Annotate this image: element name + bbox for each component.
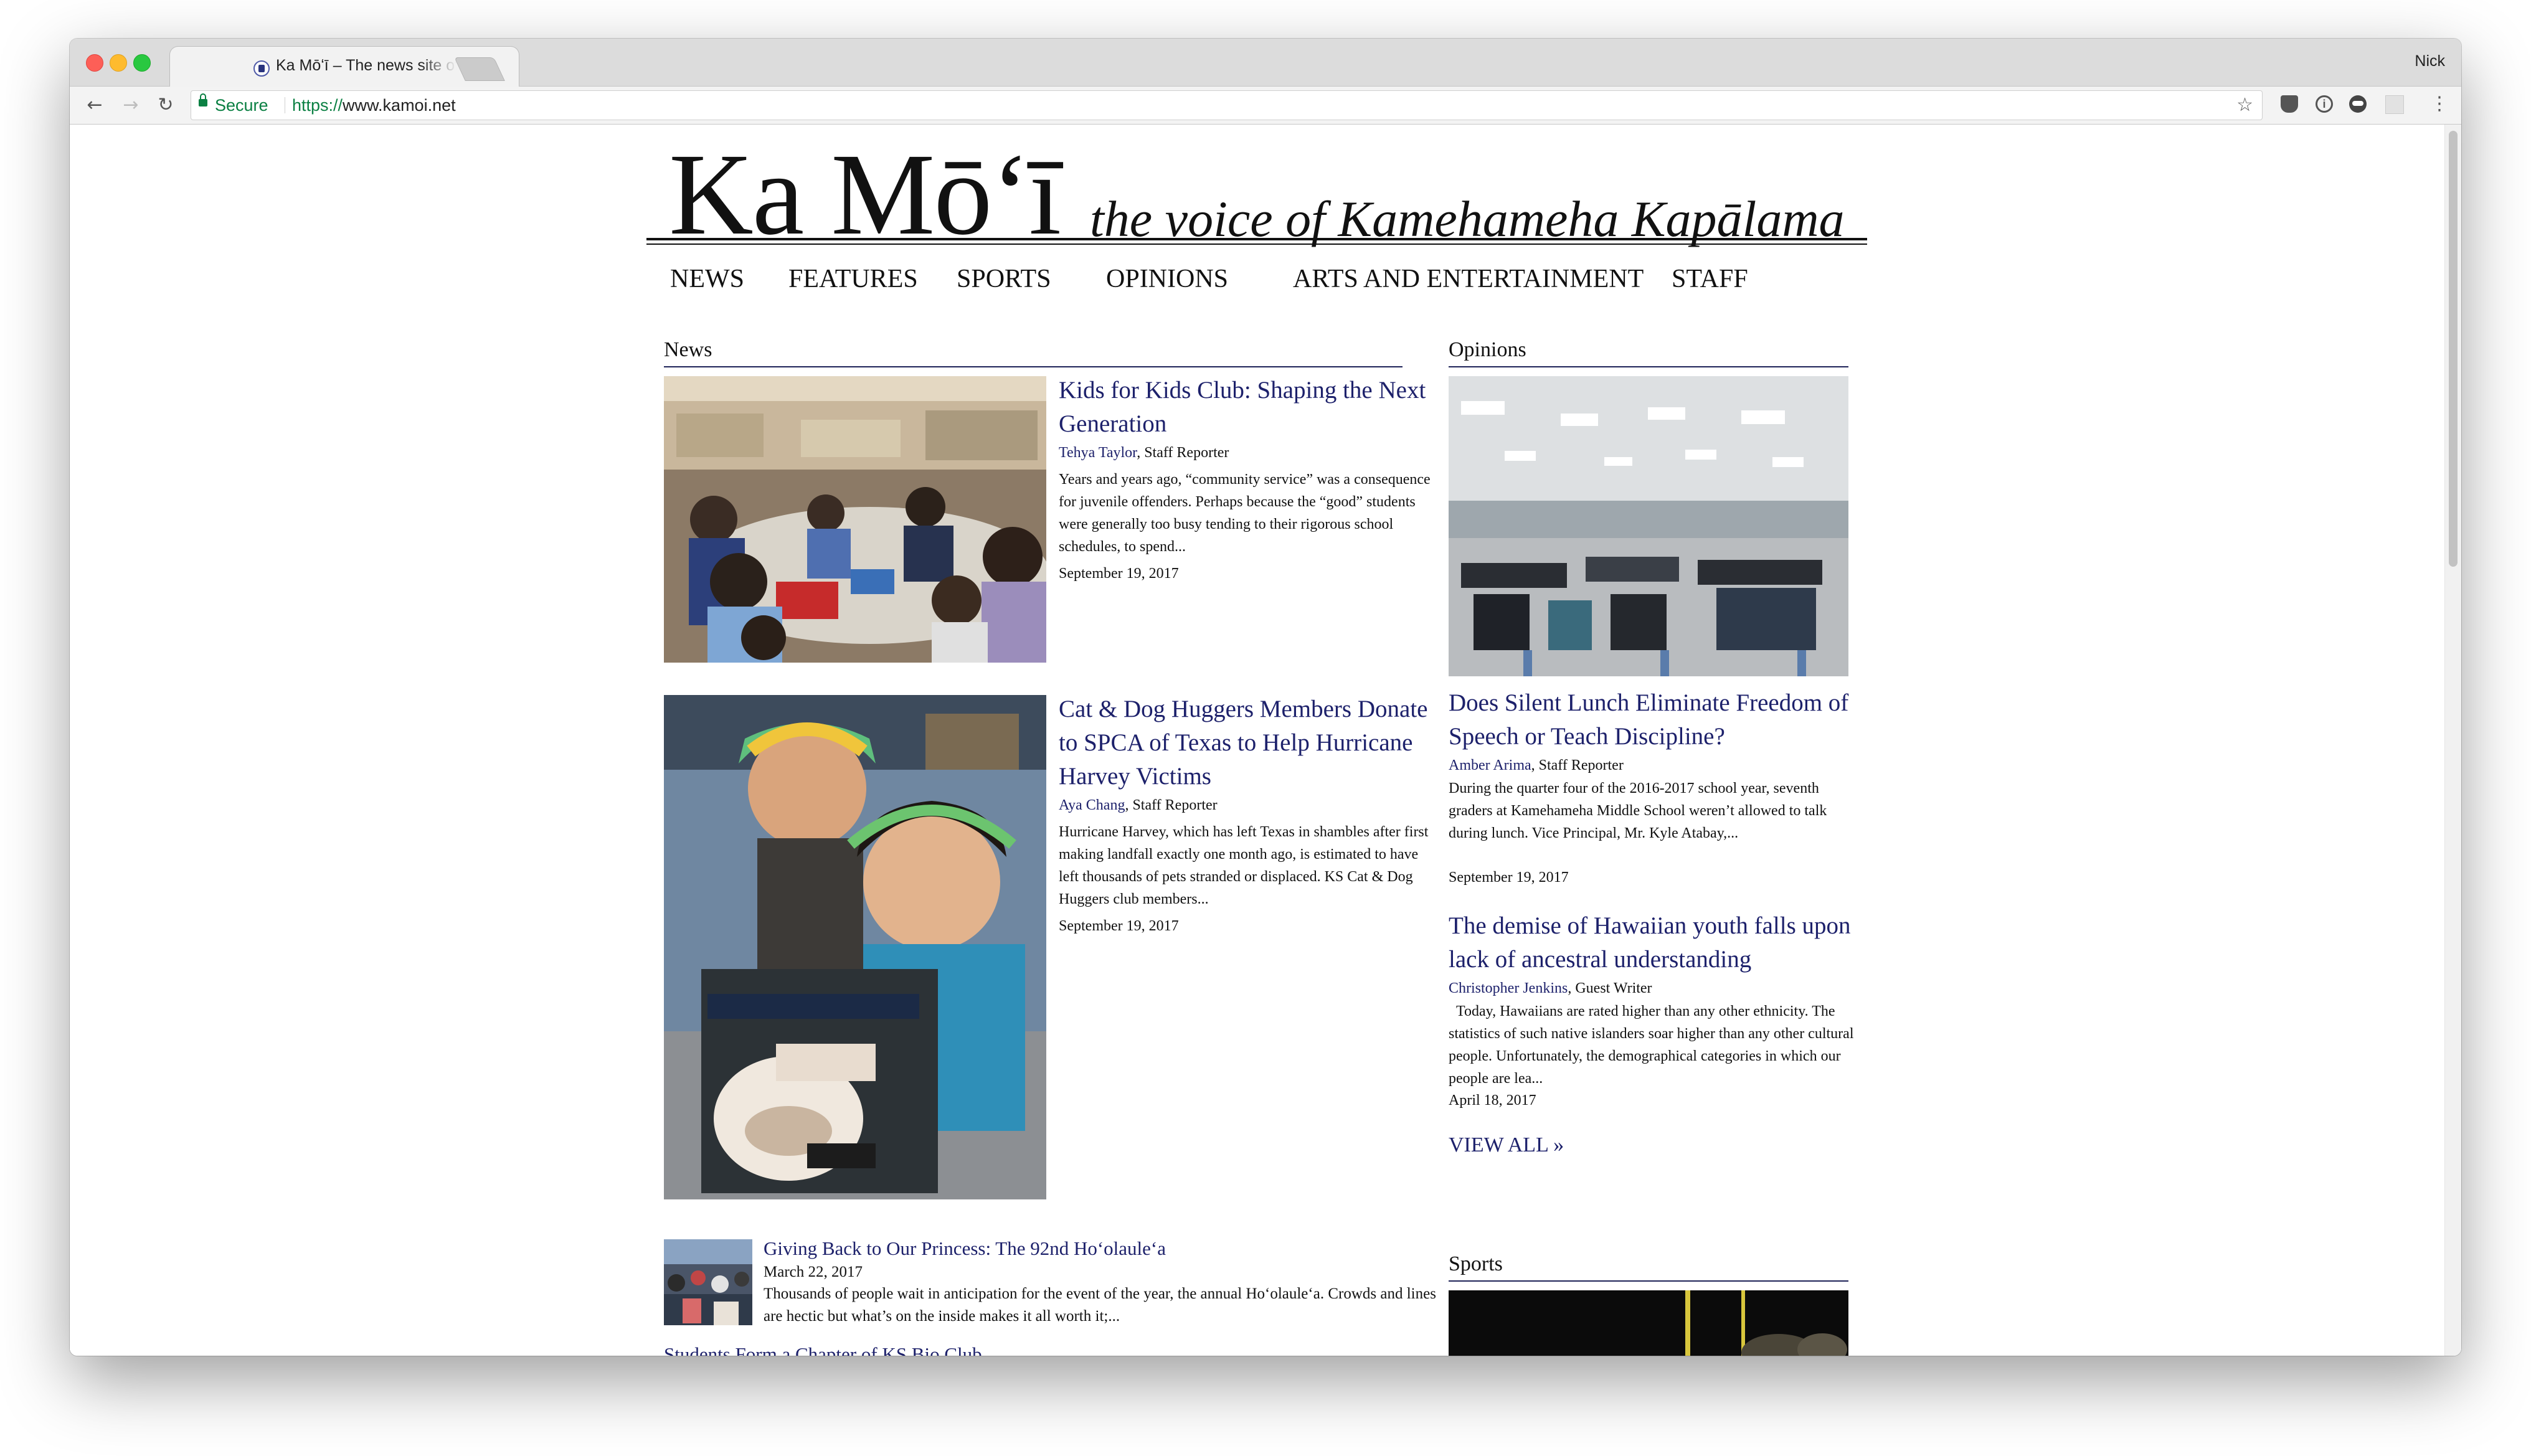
bookmark-star-icon[interactable]: ☆ <box>2236 91 2253 120</box>
panda-extension-icon[interactable] <box>2349 95 2367 113</box>
news-article-1-date: September 19, 2017 <box>1059 565 1179 582</box>
cat-dog-huggers-photo[interactable] <box>664 695 1046 1199</box>
tab-title: Ka Mōʻī – The news site of Kamehameha Ka… <box>276 57 457 74</box>
url-text[interactable]: https://www.kamoi.net <box>292 91 456 120</box>
extension-icon[interactable] <box>2385 95 2404 114</box>
news-article-1-byline: Tehya Taylor, Staff Reporter <box>1059 442 1229 463</box>
nav-arts-and-entertainment[interactable]: ARTS AND ENTERTAINMENT <box>1293 260 1644 298</box>
scrollbar-thumb[interactable] <box>2449 131 2458 567</box>
opinion-article-2-author[interactable]: Christopher Jenkins <box>1449 980 1568 996</box>
sports-photo[interactable] <box>1449 1290 1848 1356</box>
silent-lunch-photo-image <box>1449 376 1848 676</box>
small-article-excerpt: Thousands of people wait in anticipation… <box>764 1285 1436 1325</box>
profile-name[interactable]: Nick <box>2415 52 2445 70</box>
sports-section-heading[interactable]: Sports <box>1449 1250 1503 1278</box>
opinion-article-2-excerpt: Today, Hawaiians are rated higher than a… <box>1449 1003 1858 1087</box>
opinion-article-1-author[interactable]: Amber Arima <box>1449 757 1531 773</box>
news-article-2-author[interactable]: Aya Chang <box>1059 797 1125 813</box>
url-scheme: https:// <box>292 96 343 115</box>
news-article-2-role: , Staff Reporter <box>1125 797 1218 813</box>
maximize-window-button[interactable] <box>133 54 151 72</box>
info-extension-icon[interactable]: i <box>2316 95 2333 113</box>
opinion-article-2-date: April 18, 2017 <box>1449 1092 1536 1109</box>
url-host: www.kamoi.net <box>343 96 456 115</box>
news-article-1-title[interactable]: Kids for Kids Club: Shaping the Next Gen… <box>1059 374 1432 441</box>
opinion-article-1-byline: Amber Arima, Staff Reporter <box>1449 755 1624 776</box>
news-article-1-excerpt: Years and years ago, “community service”… <box>1059 471 1431 555</box>
forward-arrow-icon[interactable]: → <box>118 93 143 118</box>
browser-menu-icon[interactable]: ⋮ <box>2430 95 2449 113</box>
browser-toolbar: ← → ↻ Secure https://www.kamoi.net ☆ i ⋮ <box>70 87 2461 125</box>
kids-for-kids-photo[interactable] <box>664 376 1046 663</box>
opinions-section-heading[interactable]: Opinions <box>1449 336 1526 364</box>
tab-strip: Ka Mōʻī – The news site of Kamehameha Ka… <box>70 39 2461 87</box>
kids-for-kids-photo-image <box>664 376 1046 663</box>
close-window-button[interactable] <box>86 54 103 72</box>
browser-window: Ka Mōʻī – The news site of Kamehameha Ka… <box>70 39 2461 1356</box>
opinion-article-2-byline: Christopher Jenkins, Guest Writer <box>1449 978 1652 999</box>
news-article-2-byline: Aya Chang, Staff Reporter <box>1059 795 1218 816</box>
address-bar[interactable]: Secure https://www.kamoi.net ☆ <box>191 90 2263 120</box>
small-article-date: March 22, 2017 <box>764 1264 863 1280</box>
site-favicon-icon <box>253 60 270 77</box>
opinion-article-1-role: , Staff Reporter <box>1531 757 1624 773</box>
news-article-2-date: September 19, 2017 <box>1059 918 1179 934</box>
news-article-2-excerpt: Hurricane Harvey, which has left Texas i… <box>1059 824 1429 907</box>
masthead-rule-thin <box>646 243 1867 245</box>
opinions-section-rule <box>1449 366 1848 367</box>
site-tagline: the voice of Kamehameha Kapālama <box>1090 191 1845 247</box>
back-arrow-icon[interactable]: ← <box>82 93 107 118</box>
news-section-rule <box>664 366 1403 367</box>
page-scrollbar[interactable] <box>2444 125 2461 1356</box>
minimize-window-button[interactable] <box>110 54 127 72</box>
masthead-rule-thick <box>646 238 1867 240</box>
opinion-article-1-title[interactable]: Does Silent Lunch Eliminate Freedom of S… <box>1449 686 1860 754</box>
hoolaulea-thumbnail-image <box>664 1239 752 1325</box>
nav-features[interactable]: FEATURES <box>788 260 918 298</box>
opinion-article-1-date: September 19, 2017 <box>1449 869 1569 886</box>
secure-label: Secure <box>215 96 268 115</box>
lock-icon <box>199 93 207 106</box>
opinion-article-2-role: , Guest Writer <box>1568 980 1652 996</box>
news-article-1-author[interactable]: Tehya Taylor <box>1059 445 1137 461</box>
nav-staff[interactable]: STAFF <box>1672 260 1748 298</box>
silent-lunch-photo[interactable] <box>1449 376 1848 676</box>
hoolaulea-thumbnail[interactable] <box>664 1239 752 1325</box>
next-article-link[interactable]: Students Form a Chapter of KS Bio Club..… <box>664 1341 996 1356</box>
masthead: Ka Mōʻī the voice of Kamehameha Kapālama <box>661 132 1882 257</box>
news-section-heading[interactable]: News <box>664 336 712 364</box>
nav-news[interactable]: NEWS <box>670 260 744 298</box>
news-article-1-role: , Staff Reporter <box>1137 445 1229 461</box>
view-all-opinions-link[interactable]: VIEW ALL » <box>1449 1133 1564 1157</box>
sports-section-rule <box>1449 1280 1848 1282</box>
reload-icon[interactable]: ↻ <box>153 93 178 118</box>
page-viewport: Ka Mōʻī the voice of Kamehameha Kapālama… <box>70 125 2461 1356</box>
small-article-title[interactable]: Giving Back to Our Princess: The 92nd Ho… <box>764 1236 1166 1262</box>
pocket-extension-icon[interactable] <box>2281 95 2298 113</box>
news-article-2-title[interactable]: Cat & Dog Huggers Members Donate to SPCA… <box>1059 693 1432 793</box>
sports-photo-image <box>1449 1290 1848 1356</box>
opinion-article-2-title[interactable]: The demise of Hawaiian youth falls upon … <box>1449 909 1860 976</box>
opinion-article-1-excerpt: During the quarter four of the 2016-2017… <box>1449 780 1827 841</box>
nav-opinions[interactable]: OPINIONS <box>1106 260 1228 298</box>
cat-dog-huggers-photo-image <box>664 695 1046 1199</box>
nav-sports[interactable]: SPORTS <box>957 260 1051 298</box>
